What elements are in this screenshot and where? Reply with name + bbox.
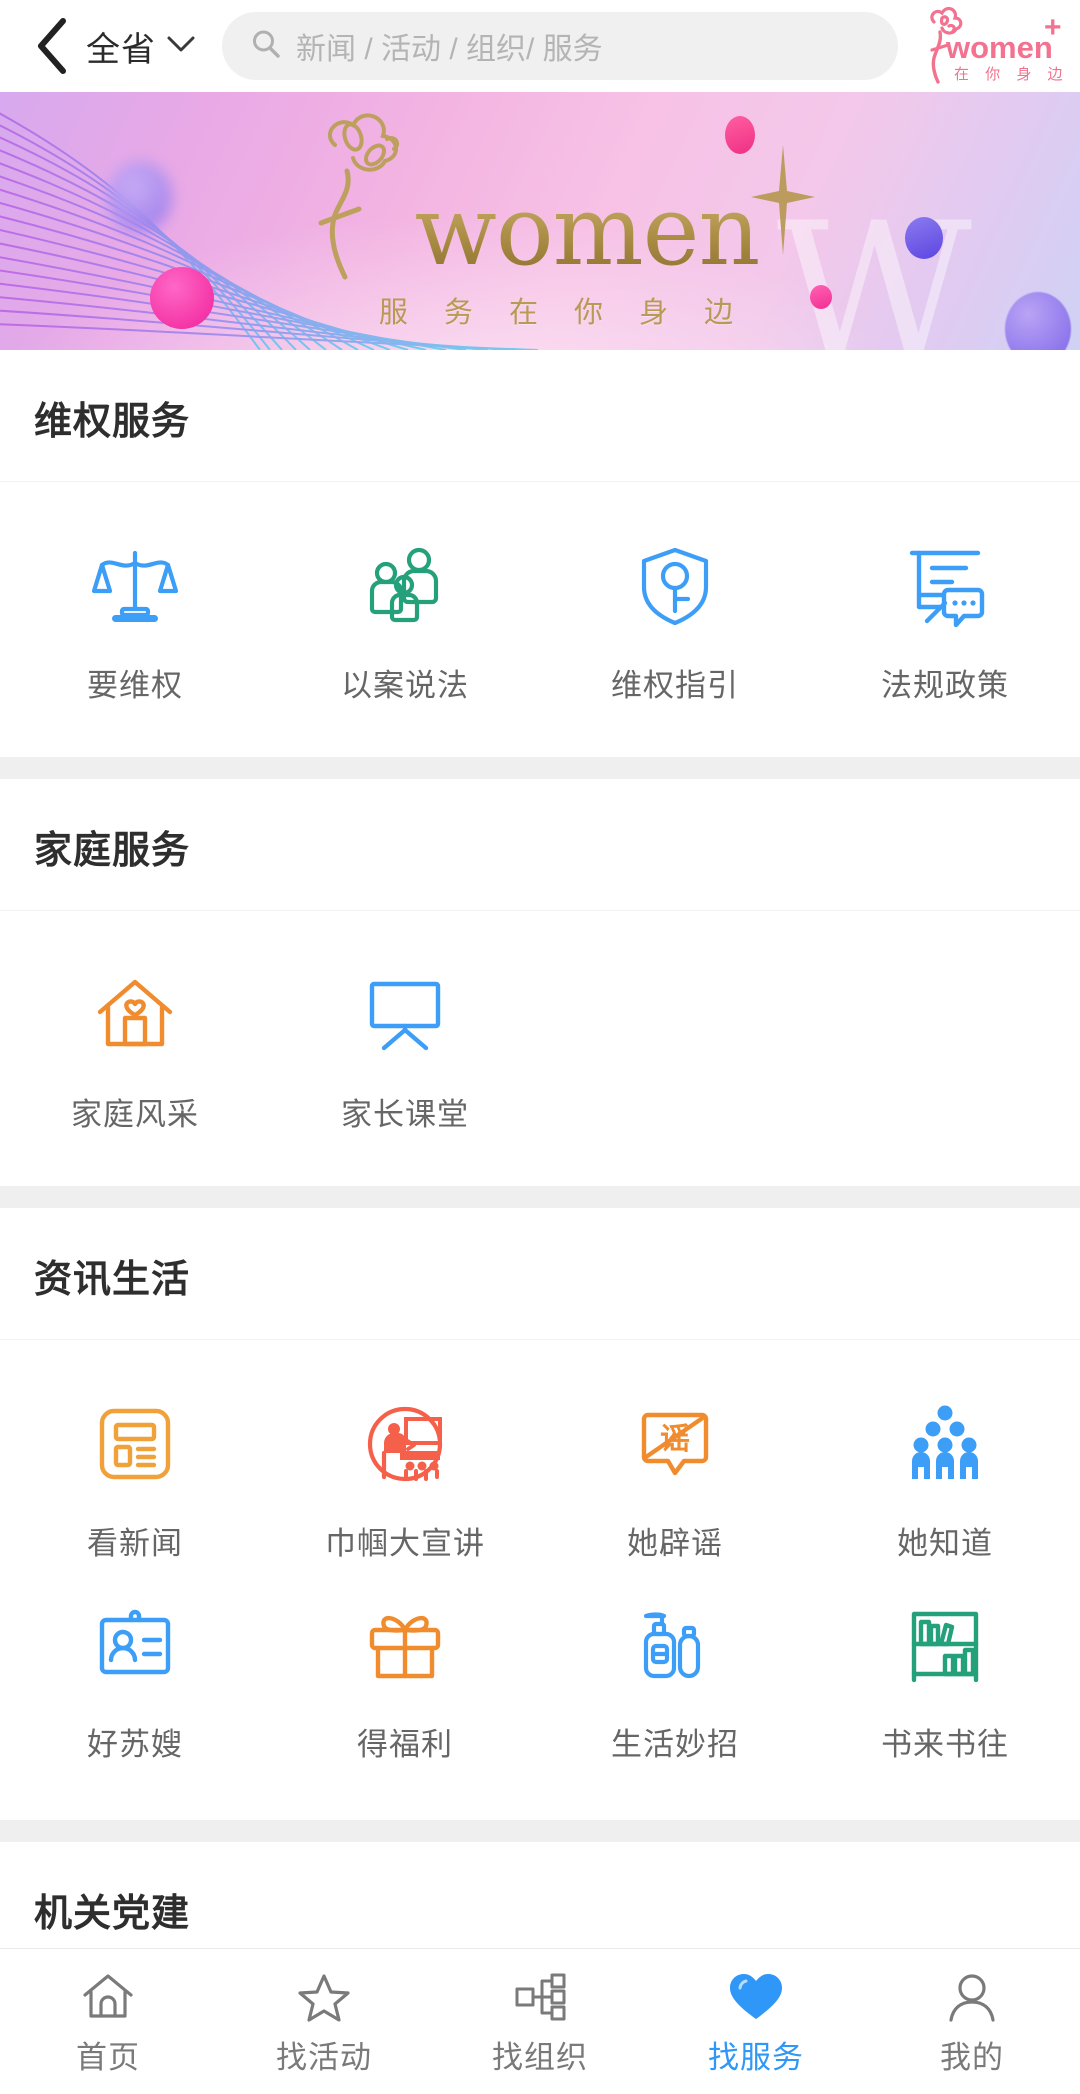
search-icon [250,28,282,65]
svg-text:women: women [945,30,1053,65]
section-grid: 家庭风采 家长课堂 [0,911,1080,1186]
grid-item-jiazhangketang[interactable]: 家长课堂 [270,951,540,1152]
bookshelf-icon [902,1599,988,1691]
grid-item-shenghuomiaozhao[interactable]: 生活妙招 [540,1581,810,1782]
section-title: 资讯生活 [0,1208,1080,1340]
bottom-tabbar: 首页 找活动 找组织 找服务 我的 [0,1948,1080,2094]
banner-wordmark: women [291,111,818,287]
tab-organizations[interactable]: 找组织 [432,1949,648,2094]
people-group-icon [362,540,448,632]
section-title: 家庭服务 [0,779,1080,911]
banner-sparkle-icon [751,145,816,255]
crowd-icon [902,1398,988,1490]
search-input[interactable]: 新闻 / 活动 / 组织/ 服务 [222,12,898,80]
tab-label: 我的 [940,2040,1004,2075]
tab-services[interactable]: 找服务 [648,1949,864,2094]
banner-word: women [414,174,761,287]
grid-item-tazhidao[interactable]: 她知道 [810,1380,1080,1581]
banner-rose-icon [318,113,399,280]
section-title: 维权服务 [0,350,1080,482]
grid-item-label: 她辟谣 [627,1526,723,1561]
tab-label: 找活动 [276,2040,372,2075]
grid-item-haosusao[interactable]: 好苏嫂 [0,1581,270,1782]
hero-banner: W women 服 务 在 你 身 边 [0,92,1080,350]
brand-logo: women + 在 你 身 边 [916,6,1066,86]
tab-label: 找服务 [708,2040,804,2075]
grid-item-jiatingfengcai[interactable]: 家庭风采 [0,951,270,1152]
svg-text:谣: 谣 [660,1423,690,1456]
banner-subtitle: 服 务 在 你 身 边 [378,297,748,329]
tab-label: 首页 [76,2040,140,2075]
grid-item-label: 巾帼大宣讲 [325,1526,485,1561]
grid-item-jinguodaxuanjiang[interactable]: 巾帼大宣讲 [270,1380,540,1581]
grid-item-label: 书来书往 [881,1727,1009,1762]
section-jiating: 家庭服务 家庭风采 家长课堂 [0,779,1080,1186]
tab-label: 找组织 [492,2040,588,2075]
section-divider [0,1186,1080,1208]
grid-item-label: 好苏嫂 [87,1727,183,1762]
grid-item-label: 法规政策 [881,668,1009,703]
whiteboard-icon [362,969,448,1061]
section-zixun: 资讯生活 看新闻 巾帼大宣讲 谣 她辟谣 她知道 好苏嫂 得福利 生活妙招 书来… [0,1208,1080,1820]
chevron-left-icon [35,17,69,75]
grid-item-label: 家庭风采 [71,1097,199,1132]
section-grid: 要维权 以案说法 维权指引 法规政策 [0,482,1080,757]
home-icon [81,1966,135,2022]
section-divider [0,1820,1080,1842]
bottles-icon [632,1599,718,1691]
grid-item-label: 看新闻 [87,1526,183,1561]
newspaper-icon [92,1398,178,1490]
chevron-down-icon [166,34,196,59]
heart-icon [728,1966,784,2022]
section-divider [0,757,1080,779]
grid-item-empty [810,951,1080,1152]
star-icon [297,1966,351,2022]
tab-home[interactable]: 首页 [0,1949,216,2094]
section-weiquan: 维权服务 要维权 以案说法 维权指引 法规政策 [0,350,1080,757]
grid-item-label: 维权指引 [611,668,739,703]
home-heart-icon [92,969,178,1061]
grid-item-label: 得福利 [357,1727,453,1762]
top-header: 全省 新闻 / 活动 / 组织/ 服务 women + 在 你 身 边 [0,0,1080,92]
rumor-bubble-icon: 谣 [632,1398,718,1490]
region-label: 全省 [86,30,156,69]
grid-item-defuli[interactable]: 得福利 [270,1581,540,1782]
grid-item-label: 以案说法 [341,668,469,703]
person-icon [945,1966,999,2022]
gift-icon [362,1599,448,1691]
grid-item-tapiyao[interactable]: 谣 她辟谣 [540,1380,810,1581]
tab-profile[interactable]: 我的 [864,1949,1080,2094]
grid-item-yianshuofa[interactable]: 以案说法 [270,522,540,723]
svg-text:在 你 身 边: 在 你 身 边 [954,66,1066,83]
grid-item-label: 生活妙招 [611,1727,739,1762]
lecture-circle-icon [362,1398,448,1490]
grid-item-faguizhengce[interactable]: 法规政策 [810,522,1080,723]
svg-text:+: + [1044,11,1062,44]
id-badge-icon [92,1599,178,1691]
back-button[interactable] [24,13,80,79]
org-tree-icon [513,1966,567,2022]
section-grid: 看新闻 巾帼大宣讲 谣 她辟谣 她知道 好苏嫂 得福利 生活妙招 书来书往 [0,1340,1080,1820]
grid-item-empty [540,951,810,1152]
region-selector[interactable]: 全省 [86,22,196,71]
grid-item-label: 家长课堂 [341,1097,469,1132]
tab-activities[interactable]: 找活动 [216,1949,432,2094]
search-placeholder: 新闻 / 活动 / 组织/ 服务 [296,33,603,66]
grid-item-kanxinwen[interactable]: 看新闻 [0,1380,270,1581]
shield-female-icon [632,540,718,632]
balance-scale-icon [92,540,178,632]
grid-item-label: 要维权 [87,668,183,703]
grid-item-yaoweiquan[interactable]: 要维权 [0,522,270,723]
banner-content: women 服 务 在 你 身 边 [0,92,1080,350]
document-chat-icon [902,540,988,632]
grid-item-label: 她知道 [897,1526,993,1561]
grid-item-weiquanzhiyin[interactable]: 维权指引 [540,522,810,723]
grid-item-shulaishuwang[interactable]: 书来书往 [810,1581,1080,1782]
app-screen: 全省 新闻 / 活动 / 组织/ 服务 women + 在 你 身 边 W wo… [0,0,1080,2094]
